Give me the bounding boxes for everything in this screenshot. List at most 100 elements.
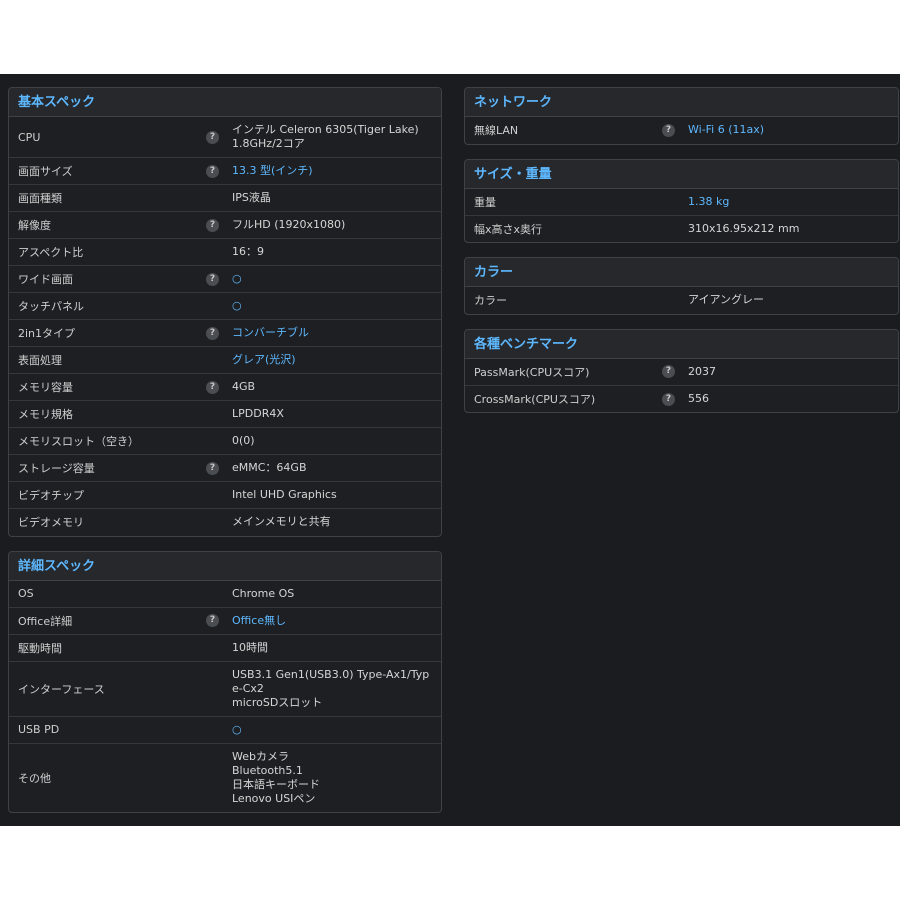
help-icon[interactable]: ? — [662, 392, 675, 406]
spec-label: アスペクト比 — [18, 246, 84, 259]
spec-label: 2in1タイプ — [18, 327, 76, 340]
spec-label: ビデオチップ — [18, 489, 84, 502]
spec-label: ストレージ容量 — [18, 462, 95, 475]
spec-value-link[interactable]: ○ — [226, 717, 441, 743]
spec-value: IPS液晶 — [232, 191, 271, 204]
help-cell: ? — [199, 272, 226, 286]
spec-label: 表面処理 — [18, 354, 62, 367]
spec-label: インターフェース — [18, 682, 105, 696]
spec-label: 幅x高さx奥行 — [474, 222, 543, 236]
help-icon[interactable]: ? — [206, 326, 219, 340]
spec-label: メモリ容量 — [18, 381, 73, 394]
spec-row: タッチパネル ○ — [9, 293, 441, 320]
help-cell: ? — [655, 392, 682, 406]
spec-label: OS — [18, 587, 34, 601]
spec-label: その他 — [18, 771, 51, 785]
spec-label: タッチパネル — [18, 300, 84, 313]
spec-label: PassMark(CPUスコア) — [474, 365, 590, 379]
spec-label: Office詳細 — [18, 614, 73, 628]
spec-row: PassMark(CPUスコア)? 2037 — [465, 359, 898, 386]
spec-value: eMMC：64GB — [232, 461, 307, 474]
spec-label: メモリスロット（空き） — [18, 435, 139, 448]
section-title: 詳細スペック — [9, 551, 441, 581]
section-title: 基本スペック — [9, 88, 441, 117]
help-icon[interactable]: ? — [206, 130, 219, 144]
right-column: ネットワーク無線LAN? Wi-Fi 6 (11ax) サイズ・重量 重量 1.38 k… — [464, 87, 899, 427]
spec-label: ビデオメモリ — [18, 516, 84, 530]
help-cell: ? — [199, 218, 226, 232]
spec-label: CPU — [18, 130, 41, 144]
section-title: ネットワーク — [465, 88, 898, 117]
spec-value: フルHD (1920x1080) — [232, 218, 346, 231]
spec-row: ワイド画面? ○ — [9, 266, 441, 293]
spec-row: ビデオチップ Intel UHD Graphics — [9, 482, 441, 509]
spec-value-link[interactable]: ○ — [226, 293, 441, 319]
spec-value: 16：9 — [232, 245, 264, 258]
spec-value: 556 — [688, 392, 709, 406]
spec-section: 基本スペック CPU? インテル Celeron 6305(Tiger Lake) … — [8, 87, 442, 537]
spec-section: ネットワーク無線LAN? Wi-Fi 6 (11ax) — [464, 87, 899, 145]
spec-value: 10時間 — [232, 640, 268, 654]
spec-label: ワイド画面 — [18, 273, 73, 286]
left-column: 基本スペック CPU? インテル Celeron 6305(Tiger Lake) … — [8, 87, 442, 827]
spec-label: 画面サイズ — [18, 165, 73, 178]
help-icon[interactable]: ? — [206, 380, 219, 394]
help-icon[interactable]: ? — [206, 218, 219, 232]
spec-value: アイアングレー — [688, 293, 765, 307]
spec-label: メモリ規格 — [18, 408, 73, 421]
help-icon[interactable]: ? — [206, 614, 219, 628]
spec-value: LPDDR4X — [232, 407, 284, 420]
spec-row: インターフェース USB3.1 Gen1(USB3.0) Type-Ax1/Typ… — [9, 662, 441, 717]
spec-value: Intel UHD Graphics — [232, 488, 337, 501]
help-icon[interactable]: ? — [206, 272, 219, 286]
spec-value-link[interactable]: 1.38 kg — [682, 189, 898, 215]
spec-row: 解像度? フルHD (1920x1080) — [9, 212, 441, 239]
spec-row: 2in1タイプ? コンバーチブル — [9, 320, 441, 347]
spec-row: USB PD ○ — [9, 717, 441, 744]
spec-row: その他 Webカメラ Bluetooth5.1 日本語キーボード Lenovo U… — [9, 744, 441, 812]
spec-row: カラー アイアングレー — [465, 287, 898, 314]
help-cell: ? — [199, 326, 226, 340]
spec-value-link[interactable]: Wi-Fi 6 (11ax) — [682, 117, 898, 143]
spec-row: OS Chrome OS — [9, 581, 441, 608]
spec-section: 詳細スペック OS Chrome OS Office詳細? Office無し 駆動時間 10… — [8, 550, 442, 813]
help-cell: ? — [199, 164, 226, 178]
spec-row: 表面処理 グレア(光沢) — [9, 347, 441, 374]
spec-label: CrossMark(CPUスコア) — [474, 393, 596, 407]
spec-row: Office詳細? Office無し — [9, 608, 441, 635]
section-title: 各種ベンチマーク — [465, 329, 898, 359]
help-icon[interactable]: ? — [206, 164, 219, 178]
spec-row: 幅x高さx奥行 310x16.95x212 mm — [465, 216, 898, 243]
spec-value-link[interactable]: 13.3 型(インチ) — [226, 158, 441, 184]
spec-value: インテル Celeron 6305(Tiger Lake) 1.8GHz/2コア — [232, 123, 419, 150]
spec-row: 重量 1.38 kg — [465, 189, 898, 216]
spec-row: 画面種類 IPS液晶 — [9, 185, 441, 212]
help-cell: ? — [199, 380, 226, 394]
spec-row: CrossMark(CPUスコア)? 556 — [465, 386, 898, 413]
section-title: カラー — [465, 258, 898, 288]
spec-value-link[interactable]: グレア(光沢) — [226, 347, 441, 373]
spec-label: USB PD — [18, 723, 60, 737]
spec-label: カラー — [474, 294, 507, 308]
spec-value: 0(0) — [232, 434, 255, 447]
spec-value-link[interactable]: ○ — [226, 266, 441, 292]
section-title: サイズ・重量 — [465, 159, 898, 189]
spec-section: 各種ベンチマーク PassMark(CPUスコア)? 2037 CrossMark(C… — [464, 328, 899, 414]
spec-value: Webカメラ Bluetooth5.1 日本語キーボード Lenovo USIペ… — [232, 749, 320, 805]
spec-row: ビデオメモリ メインメモリと共有 — [9, 509, 441, 536]
spec-value: メインメモリと共有 — [232, 515, 331, 529]
spec-label: 無線LAN — [474, 124, 519, 138]
spec-label: 解像度 — [18, 219, 51, 232]
help-icon[interactable]: ? — [206, 461, 219, 475]
help-cell: ? — [199, 461, 226, 475]
spec-label: 画面種類 — [18, 192, 62, 205]
spec-value: USB3.1 Gen1(USB3.0) Type-Ax1/Typ e-Cx2 m… — [232, 667, 430, 709]
help-icon[interactable]: ? — [662, 123, 675, 137]
spec-value-link[interactable]: コンバーチブル — [226, 320, 441, 346]
spec-row: メモリ容量? 4GB — [9, 374, 441, 401]
spec-row: 画面サイズ? 13.3 型(インチ) — [9, 158, 441, 185]
spec-row: CPU? インテル Celeron 6305(Tiger Lake) 1.8GHz… — [9, 117, 441, 158]
spec-value-link[interactable]: Office無し — [226, 608, 441, 634]
help-cell: ? — [199, 130, 226, 144]
help-icon[interactable]: ? — [662, 365, 675, 379]
